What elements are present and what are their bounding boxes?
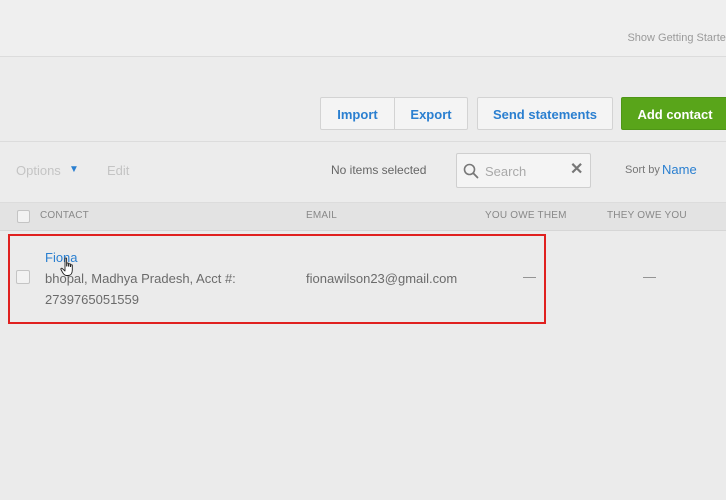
search-input[interactable] [483, 160, 567, 182]
edit-button[interactable]: Edit [107, 163, 129, 178]
export-button[interactable]: Export [394, 97, 468, 130]
you-owe-them-value: — [523, 269, 536, 284]
sort-by-label: Sort by [625, 164, 660, 176]
sort-by-dropdown[interactable]: Name [662, 162, 697, 177]
they-owe-you-value: — [643, 269, 656, 284]
select-all-checkbox[interactable] [17, 210, 30, 223]
contact-address: bhopal, Madhya Pradesh, Acct #: 27397650… [45, 271, 236, 307]
selection-status: No items selected [331, 163, 427, 177]
search-icon [463, 163, 479, 179]
send-statements-button[interactable]: Send statements [477, 97, 613, 130]
options-menu[interactable]: Options [16, 163, 61, 178]
caret-down-icon[interactable]: ▼ [69, 164, 79, 175]
list-toolbar: Options ▼ Edit No items selected ✕ Sort … [0, 142, 726, 203]
import-button[interactable]: Import [320, 97, 395, 130]
show-getting-started-link[interactable]: Show Getting Started [627, 32, 726, 44]
add-contact-button[interactable]: Add contact [621, 97, 726, 130]
contact-email: fionawilson23@gmail.com [306, 271, 458, 286]
column-header-email[interactable]: EMAIL [306, 210, 337, 221]
actions-bar: Import Export Send statements Add contac… [0, 57, 726, 142]
close-icon[interactable]: ✕ [570, 162, 583, 178]
search-box[interactable]: ✕ [456, 153, 591, 188]
table-header: CONTACT EMAIL YOU OWE THEM THEY OWE YOU [0, 203, 726, 231]
column-header-contact[interactable]: CONTACT [40, 210, 89, 221]
column-header-they-owe-you[interactable]: THEY OWE YOU [607, 210, 687, 221]
top-bar: Show Getting Started [0, 0, 726, 57]
column-header-you-owe-them[interactable]: YOU OWE THEM [485, 210, 567, 221]
row-checkbox[interactable] [16, 270, 30, 284]
table-row[interactable]: Fiona bhopal, Madhya Pradesh, Acct #: 27… [0, 233, 726, 323]
